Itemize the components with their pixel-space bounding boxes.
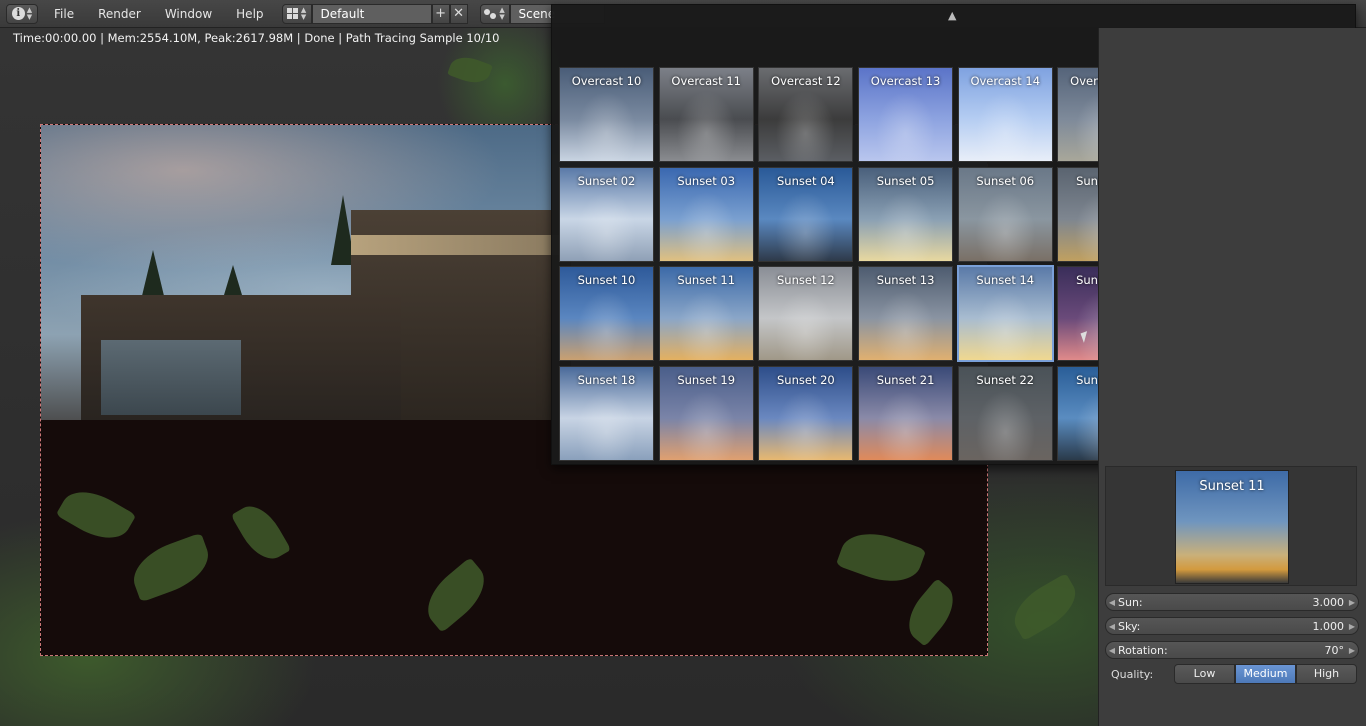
preset-label: Overcast 10 [571,74,642,88]
blender-window: i ▲ ▼ File Render Window Help ▲ ▼ Default … [0,0,1366,726]
tree-shape [141,250,165,300]
editor-type-button[interactable]: i ▲ ▼ [6,3,38,24]
sky-preset-thumbnail[interactable]: Overcast 11 [658,67,754,162]
preset-label: Overcast 11 [671,74,741,88]
quality-toggle-group: Low Medium High [1174,664,1357,684]
quality-row: Quality: Low Medium High [1111,664,1361,684]
rotation-value: 70° [1324,643,1345,657]
quality-option-high[interactable]: High [1296,664,1357,684]
render-status-text: Time:00:00.00 | Mem:2554.10M, Peak:2617.… [13,31,500,45]
sky-preset-thumbnail[interactable]: Sunset 19 [658,366,754,462]
info-icon: i [11,7,25,20]
quality-label: Quality: [1111,667,1154,681]
preset-label: Sunset 20 [777,373,835,388]
screen-layout-button[interactable]: ▲ ▼ [281,3,312,24]
plus-icon: + [435,6,446,21]
properties-panel: Sunset 11 ◀ Sun: 3.000 ▶ ◀ Sky: 1.000 ▶ … [1098,28,1366,726]
sun-label: Sun: [1118,595,1143,609]
quality-option-low[interactable]: Low [1174,664,1235,684]
add-layout-button[interactable]: + [431,3,450,24]
sun-strength-field[interactable]: ◀ Sun: 3.000 ▶ [1105,593,1359,611]
increment-arrow-icon[interactable]: ▶ [1346,622,1358,631]
sky-preset-thumbnail[interactable]: Sunset 21 [858,366,954,462]
preset-label: Overcast 13 [870,74,941,88]
preset-label: Sunset 02 [577,173,636,188]
sky-preset-thumbnail[interactable]: Sunset 20 [758,366,854,462]
preset-label: Overcast 14 [970,74,1041,88]
quality-option-medium[interactable]: Medium [1235,664,1296,684]
preset-label: Sunset 14 [976,273,1035,288]
sun-value: 3.000 [1312,595,1345,609]
sky-preset-thumbnail[interactable]: Sunset 18 [559,366,654,462]
remove-layout-button[interactable]: ✕ [449,3,468,24]
selected-sky-preview[interactable]: Sunset 11 [1175,470,1289,584]
preset-label: Sunset 05 [876,173,935,188]
sky-preset-thumbnail[interactable]: Sunset 03 [658,166,754,262]
sky-strength-field[interactable]: ◀ Sky: 1.000 ▶ [1105,617,1359,635]
updown-arrows-icon: ▲ ▼ [26,5,33,21]
layout-grid-icon [286,8,298,19]
scene-browse-button[interactable]: ▲ ▼ [479,3,510,24]
preset-label: Sunset 10 [577,273,636,288]
menu-render[interactable]: Render [86,0,153,28]
preset-label: Sunset 21 [876,373,935,388]
sky-preset-thumbnail[interactable]: Sunset 12 [758,266,854,362]
preset-label: Sunset 19 [677,373,736,388]
sky-preset-thumbnail[interactable]: Sunset 05 [858,166,954,262]
sky-preset-thumbnail[interactable]: Overcast 10 [559,67,654,162]
preset-label: Sunset 04 [777,173,835,188]
menu-help[interactable]: Help [224,0,275,28]
preview-label: Sunset 11 [1199,479,1265,494]
sky-label: Sky: [1118,619,1141,633]
preset-label: Sunset 13 [876,273,935,288]
close-icon: ✕ [453,6,464,21]
preset-label: Sunset 12 [777,273,835,288]
decrement-arrow-icon[interactable]: ◀ [1106,646,1118,655]
updown-arrows-icon: ▲ ▼ [499,5,505,21]
garage-door [101,340,241,415]
rotation-label: Rotation: [1118,643,1168,657]
layout-name-field[interactable]: Default [311,3,432,24]
collapse-arrow-icon[interactable]: ▲ [948,9,956,22]
menu-file[interactable]: File [42,0,86,28]
sky-value: 1.000 [1312,619,1345,633]
preset-label: Sunset 06 [976,173,1035,188]
increment-arrow-icon[interactable]: ▶ [1346,598,1358,607]
decrement-arrow-icon[interactable]: ◀ [1106,622,1118,631]
rotation-field[interactable]: ◀ Rotation: 70° ▶ [1105,641,1359,659]
updown-arrows-icon: ▲ ▼ [300,5,307,21]
sky-preset-thumbnail[interactable]: Sunset 22 [957,366,1053,462]
preset-label: Sunset 03 [677,173,736,188]
sky-preset-thumbnail[interactable]: Sunset 06 [957,166,1053,262]
preset-label: Sunset 22 [976,373,1035,388]
preset-label: Sunset 18 [577,373,636,388]
scene-icon [484,8,497,19]
increment-arrow-icon[interactable]: ▶ [1346,646,1358,655]
sky-preset-thumbnail[interactable]: Sunset 11 [658,266,754,362]
preset-label: Overcast 12 [771,74,841,88]
sky-preset-thumbnail[interactable]: Overcast 13 [858,67,954,162]
house-window [351,235,561,255]
menu-window[interactable]: Window [153,0,224,28]
sky-preset-thumbnail[interactable]: Sunset 02 [559,166,654,262]
sky-preset-thumbnail[interactable]: Sunset 14 [956,265,1054,363]
sky-preset-thumbnail[interactable]: Sunset 04 [758,166,854,262]
sky-preset-thumbnail[interactable]: Sunset 13 [858,266,954,362]
sky-preset-thumbnail[interactable]: Overcast 14 [957,67,1053,162]
screen-layout-selector: ▲ ▼ Default + ✕ [281,3,468,24]
decrement-arrow-icon[interactable]: ◀ [1106,598,1118,607]
preset-label: Sunset 11 [677,273,736,288]
sky-preset-thumbnail[interactable]: Overcast 12 [758,67,854,162]
sky-preset-thumbnail[interactable]: Sunset 10 [559,266,654,362]
